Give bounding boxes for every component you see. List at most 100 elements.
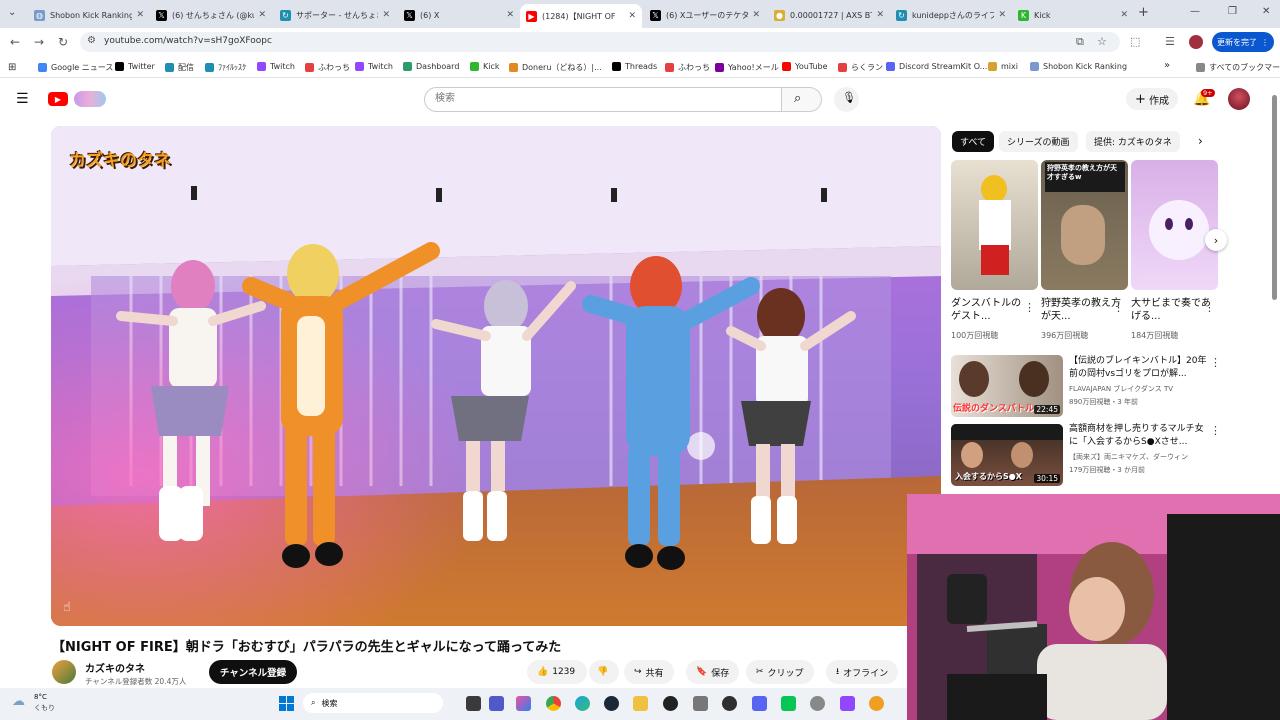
settings-icon[interactable]	[810, 696, 825, 711]
browser-tab[interactable]: ↻サポーター - せんちょさん✕	[274, 4, 396, 26]
search-input[interactable]	[425, 88, 781, 109]
short-thumbnail[interactable]	[1131, 160, 1218, 290]
app-icon[interactable]	[869, 696, 884, 711]
app-icon[interactable]	[693, 696, 708, 711]
voice-search-button[interactable]: 🎙	[834, 87, 859, 112]
browser-tab[interactable]: K Kick ✕	[1012, 4, 1134, 26]
bookmark-item[interactable]: YouTube	[782, 62, 828, 71]
extensions-icon[interactable]: ⬚	[1130, 35, 1140, 48]
doodle-logo-icon[interactable]	[74, 91, 106, 107]
download-button[interactable]: ⭳ オフライン	[826, 660, 899, 684]
tab-search-list-icon[interactable]: ☰	[1165, 35, 1175, 48]
bookmark-item[interactable]: mixi	[988, 62, 1018, 71]
discord-icon[interactable]	[752, 696, 767, 711]
close-icon[interactable]: ✕	[876, 10, 884, 20]
hamburger-menu-icon[interactable]: ☰	[16, 91, 29, 107]
twitch-app-icon[interactable]	[840, 696, 855, 711]
file-explorer-icon[interactable]	[633, 696, 648, 711]
steam-icon[interactable]	[604, 696, 619, 711]
bookmark-item[interactable]: ふわっち	[665, 62, 710, 73]
short-title[interactable]: 大サビまで奏であげる...	[1131, 297, 1211, 323]
bookmark-item[interactable]: Kick	[470, 62, 500, 71]
line-icon[interactable]	[781, 696, 796, 711]
more-icon[interactable]: ⋮	[1024, 301, 1035, 314]
shorts-next-button[interactable]: ›	[1205, 229, 1227, 251]
browser-tab[interactable]: 𝕏 (6) せんちょさん (@kur ✕	[150, 4, 272, 26]
copilot-icon[interactable]	[516, 696, 531, 711]
related-video-title[interactable]: 【伝説のブレイキンバトル】20年前の岡村vsゴリをプロが解...	[1069, 355, 1209, 381]
edge-icon[interactable]	[575, 696, 590, 711]
share-button[interactable]: ↪ 共有	[624, 660, 674, 684]
new-tab-button[interactable]: +	[1138, 5, 1149, 20]
create-button[interactable]: + 作成	[1126, 88, 1178, 110]
bookmark-item[interactable]: Shobon Kick Ranking	[1030, 62, 1127, 71]
video-player[interactable]: カズキのタネ ☝	[51, 126, 941, 626]
reload-icon[interactable]: ↻	[58, 35, 68, 49]
teams-icon[interactable]	[489, 696, 504, 711]
forward-icon[interactable]: →	[34, 35, 44, 49]
minimize-icon[interactable]: —	[1190, 6, 1200, 17]
page-scrollbar[interactable]	[1272, 95, 1277, 300]
bookmark-item[interactable]: Google ニュース	[38, 62, 113, 73]
like-button[interactable]: 👍 1239	[527, 660, 587, 684]
cast-icon[interactable]: ⧉	[1076, 35, 1084, 49]
related-video-channel[interactable]: FLAVAJAPAN ブレイクダンス TV	[1069, 384, 1173, 394]
site-info-icon[interactable]: ⚙	[87, 35, 96, 46]
dislike-button[interactable]: 👎	[589, 660, 619, 684]
bookmark-item[interactable]: ふわっち	[305, 62, 350, 73]
bookmark-item[interactable]: Doneru（どねる）|...	[509, 62, 602, 73]
close-icon[interactable]: ✕	[998, 10, 1006, 20]
bookmark-star-icon[interactable]: ☆	[1097, 35, 1107, 48]
bookmark-item[interactable]: ﾌｧｲﾙｯｽｸ	[205, 62, 246, 73]
chip-series[interactable]: シリーズの動画	[999, 131, 1078, 152]
more-icon[interactable]: ⋮	[1210, 424, 1221, 437]
all-bookmarks[interactable]: すべてのブックマーク	[1196, 62, 1280, 73]
window-close-icon[interactable]: ✕	[1262, 6, 1270, 17]
update-button[interactable]: 更新を完了 ⋮	[1212, 32, 1274, 52]
url-text[interactable]: youtube.com/watch?v=sH7goXFoopc	[104, 36, 272, 46]
channel-name[interactable]: カズキのタネ	[85, 660, 145, 675]
related-video-channel[interactable]: 【両来ズ】両ニキマケズ、ダーウィン	[1069, 452, 1188, 462]
app-icon[interactable]	[663, 696, 678, 711]
close-icon[interactable]: ✕	[382, 10, 390, 20]
bookmark-item[interactable]: Twitch	[257, 62, 295, 71]
omnibox[interactable]: ⚙ youtube.com/watch?v=sH7goXFoopc	[80, 32, 1120, 52]
tab-search-icon[interactable]: ⌄	[8, 7, 16, 18]
short-thumbnail[interactable]: 狩野英孝の教え方が天才すぎるw	[1041, 160, 1128, 290]
more-icon[interactable]: ⋮	[1113, 301, 1124, 314]
account-avatar[interactable]	[1228, 88, 1250, 110]
related-video-thumbnail[interactable]: 入会するからS●X 30:15	[951, 424, 1063, 486]
bookmark-item[interactable]: 配信	[165, 62, 194, 73]
more-icon[interactable]: ⋮	[1204, 301, 1215, 314]
taskbar-search[interactable]: ⌕ 検索	[303, 693, 443, 713]
bookmark-item[interactable]: Dashboard	[403, 62, 459, 71]
bookmarks-overflow[interactable]: »	[1164, 60, 1170, 71]
chip-all[interactable]: すべて	[952, 131, 995, 152]
channel-avatar[interactable]	[52, 660, 76, 684]
short-title[interactable]: ダンスバトルのゲスト...	[951, 297, 1031, 323]
browser-tab[interactable]: 𝕏 (6) Xユーザーのテケタ ✕	[644, 4, 766, 26]
search-button[interactable]: ⌕	[782, 87, 822, 112]
task-view-icon[interactable]	[466, 696, 481, 711]
start-button-icon[interactable]	[279, 696, 294, 711]
bookmark-item[interactable]: らくラン	[838, 62, 883, 73]
back-icon[interactable]: ←	[10, 35, 20, 49]
bookmark-item[interactable]: Yahoo!メール	[715, 62, 779, 73]
close-icon[interactable]: ✕	[506, 10, 514, 20]
browser-tab[interactable]: 𝕏 (6) X ✕	[398, 4, 520, 26]
close-icon[interactable]: ✕	[1120, 10, 1128, 20]
close-icon[interactable]: ✕	[258, 10, 266, 20]
youtube-logo[interactable]: ▶	[48, 92, 68, 106]
bookmark-item[interactable]: Discord StreamKit O...	[886, 62, 987, 71]
bookmark-item[interactable]: Threads	[612, 62, 657, 71]
close-icon[interactable]: ✕	[752, 10, 760, 20]
browser-tab[interactable]: ● 0.00001727 | AXS BTC ✕	[768, 4, 890, 26]
subscribe-button[interactable]: チャンネル登録	[209, 660, 297, 684]
close-icon[interactable]: ✕	[136, 10, 144, 20]
chrome-icon[interactable]	[546, 696, 561, 711]
obs-icon[interactable]	[722, 696, 737, 711]
related-video-title[interactable]: 高額商材を押し売りするマルチ女に「入会するからS●Xさせ...	[1069, 423, 1209, 449]
clip-button[interactable]: ✂ クリップ	[746, 660, 814, 684]
search-box[interactable]	[424, 87, 782, 112]
save-button[interactable]: 🔖 保存	[686, 660, 740, 684]
